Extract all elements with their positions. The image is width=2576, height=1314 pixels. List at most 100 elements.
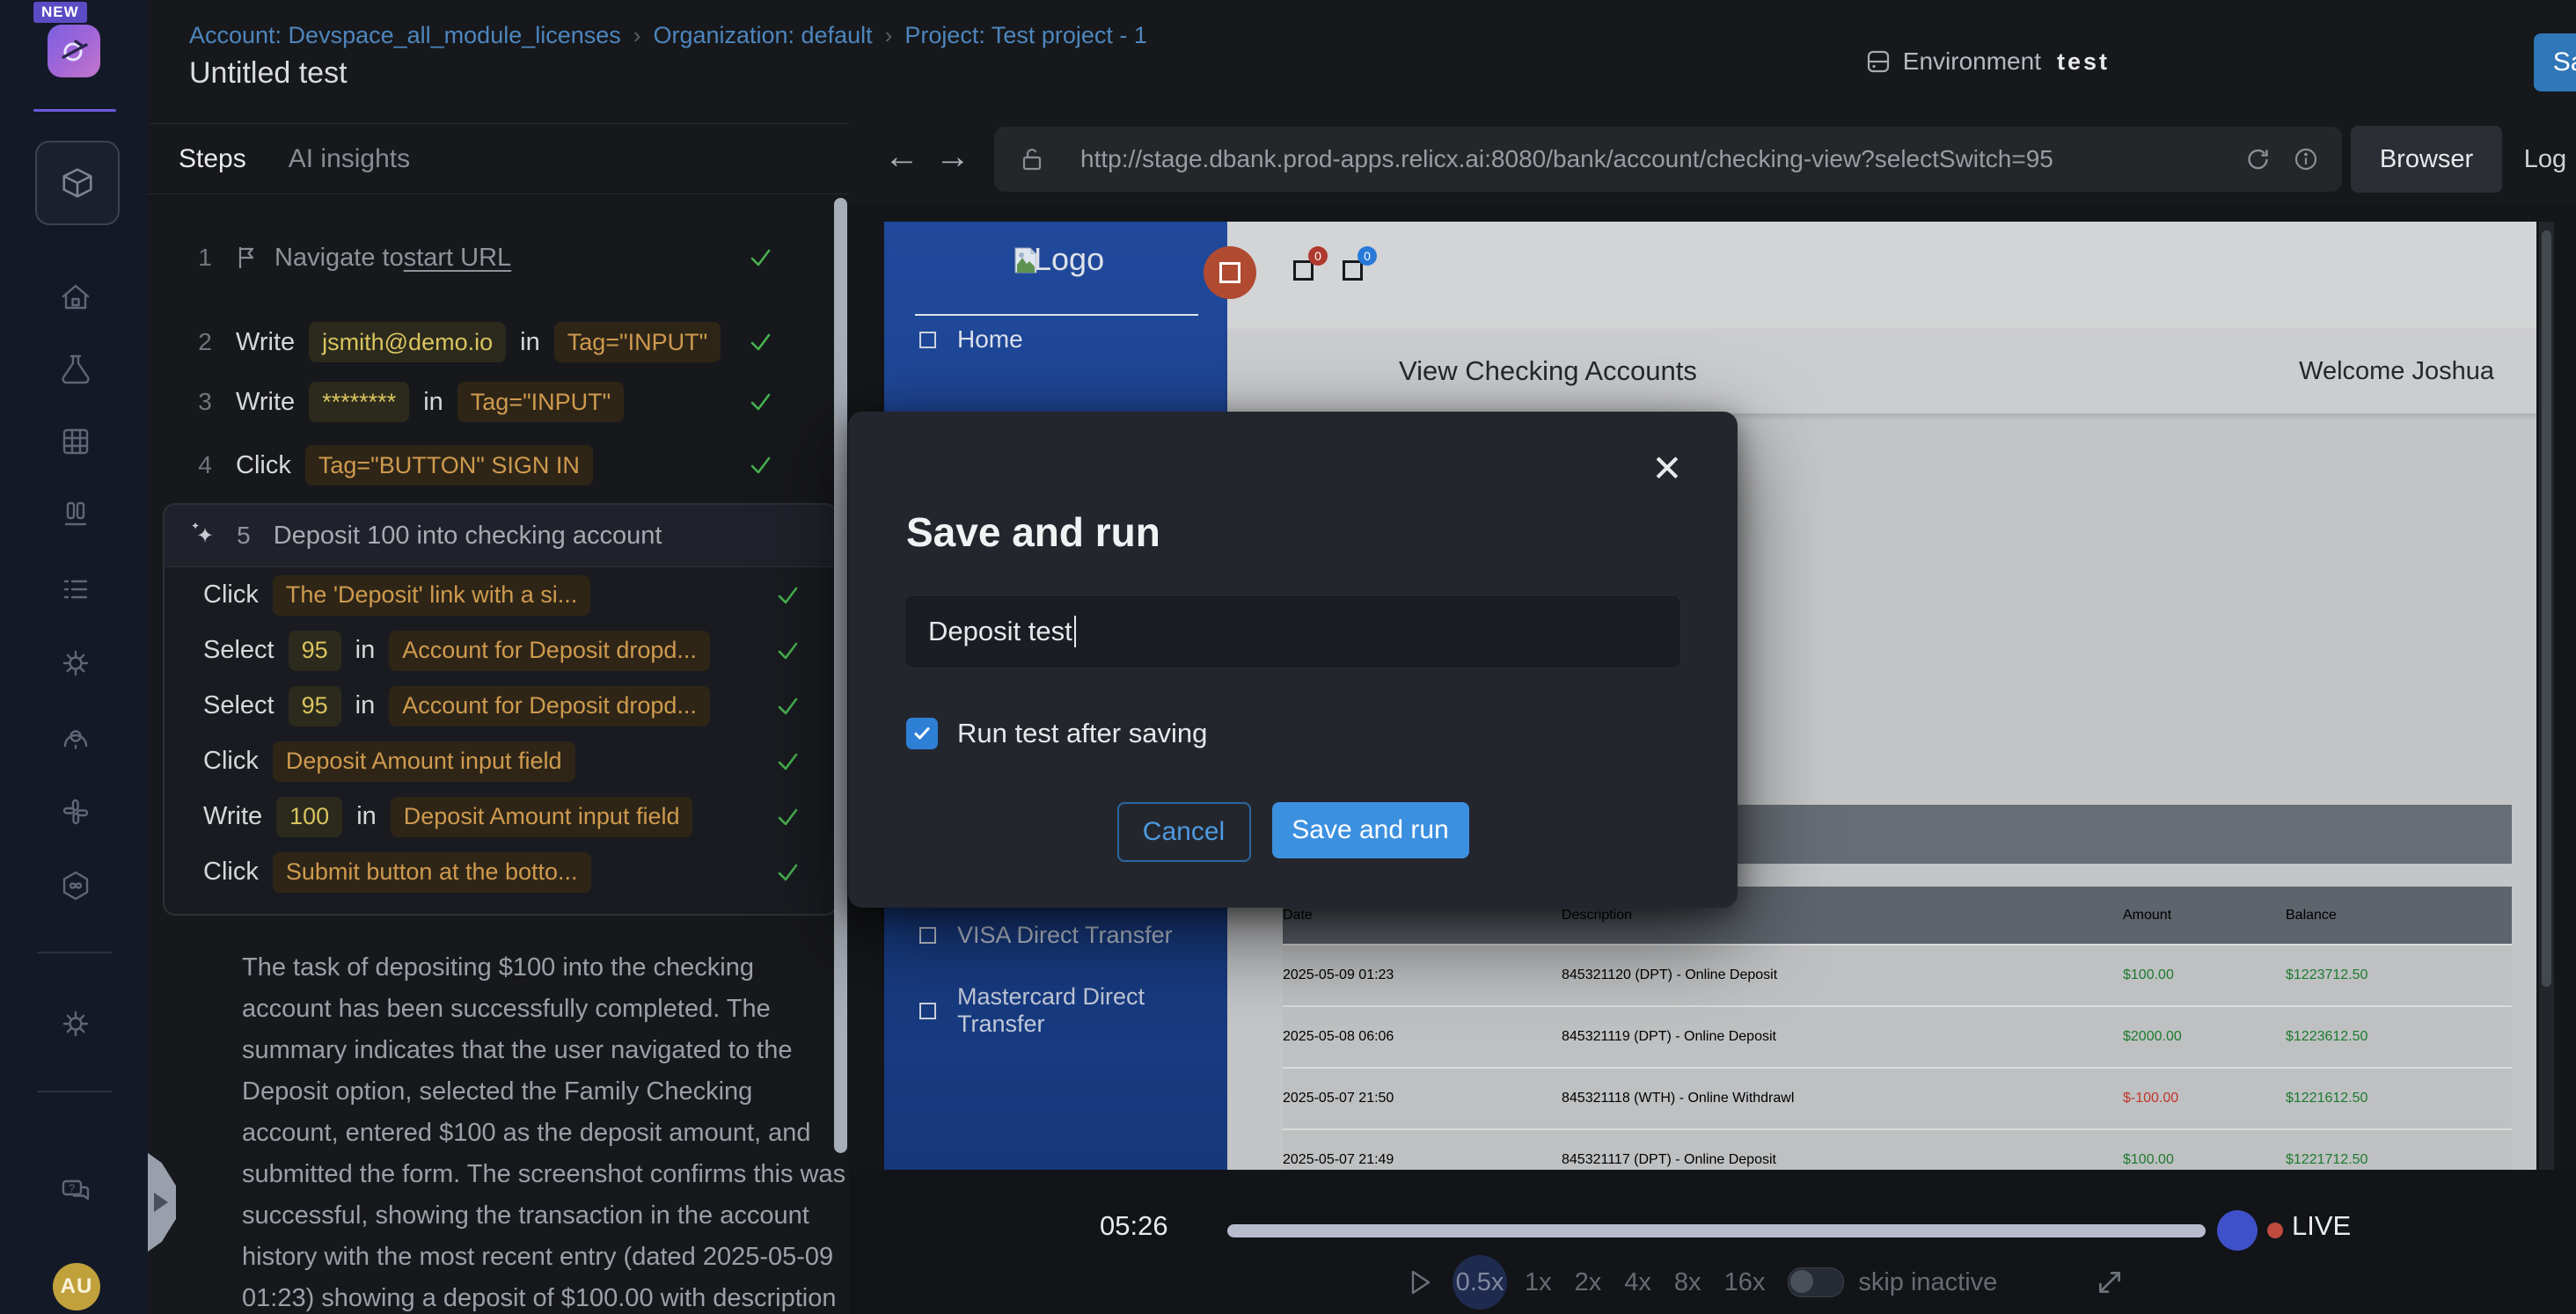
steps-scrollbar[interactable] <box>834 198 847 1153</box>
bank-nav-item[interactable]: VISA Direct Transfer <box>919 922 1173 949</box>
user-avatar[interactable]: AU <box>53 1263 100 1310</box>
step-target-badge[interactable]: Account for Deposit dropd... <box>389 631 710 671</box>
check-icon <box>774 804 801 830</box>
tab-ai-insights[interactable]: AI insights <box>289 144 410 174</box>
step-row[interactable]: ClickThe 'Deposit' link with a si... <box>203 567 836 623</box>
step-row[interactable]: 3Write********inTag="INPUT" <box>195 378 823 426</box>
table-row[interactable]: 2025-05-07 21:49845321117 (DPT) - Online… <box>1283 1128 2512 1170</box>
step-row[interactable]: 2Writejsmith@demo.ioinTag="INPUT" <box>195 318 823 366</box>
brand-logo-icon[interactable] <box>48 25 100 77</box>
help-chat-icon[interactable]: ? <box>35 1161 116 1223</box>
breadcrumb-item[interactable]: Project: Test project - 1 <box>904 22 1147 49</box>
close-icon[interactable]: ✕ <box>1646 447 1688 489</box>
step-row[interactable]: Select95inAccount for Deposit dropd... <box>203 623 836 678</box>
svg-text:?: ? <box>69 1182 75 1195</box>
step-group[interactable]: ✦✦ 5 Deposit 100 into checking account C… <box>163 503 838 916</box>
expand-icon[interactable] <box>2094 1267 2126 1298</box>
cell-date: 2025-05-07 21:49 <box>1283 1130 1562 1170</box>
step-target-badge[interactable]: Tag="INPUT" <box>554 322 721 362</box>
bank-nav-home[interactable]: Home <box>919 325 1023 354</box>
recording-indicator[interactable] <box>1204 246 1256 299</box>
test-name-input[interactable]: Deposit test <box>906 596 1680 667</box>
skip-inactive-toggle[interactable] <box>1788 1267 1844 1297</box>
support-agent-icon[interactable] <box>35 707 116 769</box>
table-row[interactable]: 2025-05-09 01:23845321120 (DPT) - Online… <box>1283 944 2512 1005</box>
bank-logo[interactable]: Logo <box>1014 241 1104 278</box>
badge-square-icon[interactable] <box>1343 260 1363 281</box>
badge-square-icon[interactable] <box>1293 260 1314 281</box>
live-dot-icon <box>2267 1223 2283 1238</box>
speed-option-4x[interactable]: 4x <box>1624 1268 1651 1297</box>
tab-browser[interactable]: Browser <box>2351 126 2502 193</box>
cell-balance: $1221612.50 <box>2286 1069 2512 1128</box>
back-arrow-icon[interactable]: ← <box>884 137 919 177</box>
save-and-run-button[interactable]: Save and run <box>1272 802 1469 858</box>
save-button[interactable]: Save <box>2534 33 2576 91</box>
step-row[interactable]: 1Navigate to start URL <box>195 234 823 281</box>
environment-selector[interactable]: Environment test <box>1864 35 2110 88</box>
timeline-track[interactable] <box>1227 1224 2206 1237</box>
cell-description: 845321120 (DPT) - Online Deposit <box>1562 945 2123 1005</box>
columns-icon[interactable] <box>35 485 116 546</box>
step-row[interactable]: Write100inDeposit Amount input field <box>203 789 836 844</box>
environment-value: test <box>2057 48 2110 76</box>
breadcrumb-item[interactable]: Organization: default <box>653 22 872 49</box>
speed-option-0.5x[interactable]: 0.5x <box>1453 1255 1507 1310</box>
step-target-badge[interactable]: Tag="INPUT" <box>457 382 624 422</box>
home-icon[interactable] <box>35 266 116 327</box>
step-value-badge[interactable]: 100 <box>276 797 342 837</box>
speed-option-16x[interactable]: 16x <box>1724 1268 1766 1297</box>
step-row[interactable]: ClickSubmit button at the botto... <box>203 844 836 900</box>
step-link[interactable]: start URL <box>404 244 511 273</box>
tab-log[interactable]: Log <box>2514 126 2576 193</box>
run-after-saving-row[interactable]: Run test after saving <box>906 718 1207 749</box>
step-connector: in <box>423 388 443 417</box>
table-row[interactable]: 2025-05-07 21:50845321118 (WTH) - Online… <box>1283 1067 2512 1128</box>
cancel-button[interactable]: Cancel <box>1117 802 1251 862</box>
cell-description: 845321117 (DPT) - Online Deposit <box>1562 1130 2123 1170</box>
step-target-badge[interactable]: Submit button at the botto... <box>273 852 591 893</box>
bank-nav-item[interactable]: Mastercard Direct Transfer <box>919 983 1227 1038</box>
checkbox-checked-icon[interactable] <box>906 718 938 749</box>
step-action: Write <box>236 388 295 417</box>
flask-icon[interactable] <box>35 338 116 399</box>
step-value-badge[interactable]: ******** <box>309 382 409 422</box>
breadcrumb-item[interactable]: Account: Devspace_all_module_licenses <box>189 22 621 49</box>
cicd-infinity-icon[interactable] <box>35 855 116 916</box>
play-icon[interactable] <box>1409 1268 1433 1296</box>
speed-option-2x[interactable]: 2x <box>1575 1268 1602 1297</box>
speed-option-8x[interactable]: 8x <box>1674 1268 1701 1297</box>
step-target-badge[interactable]: Tag="BUTTON" SIGN IN <box>305 445 593 485</box>
settings-gear-icon[interactable] <box>35 632 116 694</box>
step-target-badge[interactable]: Deposit Amount input field <box>273 741 575 782</box>
forward-arrow-icon[interactable]: → <box>935 137 970 177</box>
table-row[interactable]: 2025-05-08 06:06845321119 (DPT) - Online… <box>1283 1005 2512 1067</box>
skip-inactive-label: skip inactive <box>1858 1268 1997 1297</box>
workspace-gear-icon[interactable] <box>35 993 116 1055</box>
step-row[interactable]: ClickDeposit Amount input field <box>203 734 836 789</box>
breadcrumb: Account: Devspace_all_module_licenses›Or… <box>189 19 1147 51</box>
step-value-badge[interactable]: jsmith@demo.io <box>309 322 506 362</box>
info-icon[interactable] <box>2293 146 2319 172</box>
step-target-badge[interactable]: Account for Deposit dropd... <box>389 686 710 726</box>
sidebar-item-tests[interactable] <box>35 141 120 225</box>
step-row[interactable]: 4ClickTag="BUTTON" SIGN IN <box>195 442 823 489</box>
step-value-badge[interactable]: 95 <box>289 686 341 726</box>
grid-icon[interactable] <box>35 411 116 472</box>
step-group-header[interactable]: ✦✦ 5 Deposit 100 into checking account <box>165 505 836 567</box>
step-target-badge[interactable]: Deposit Amount input field <box>391 797 693 837</box>
step-value-badge[interactable]: 95 <box>289 631 341 671</box>
timeline-thumb[interactable] <box>2217 1210 2258 1251</box>
tab-steps[interactable]: Steps <box>179 144 246 174</box>
slack-icon[interactable] <box>35 781 116 843</box>
list-icon[interactable] <box>35 558 116 620</box>
speed-option-1x[interactable]: 1x <box>1525 1268 1552 1297</box>
step-connector: in <box>355 636 376 665</box>
refresh-icon[interactable] <box>2243 146 2270 172</box>
step-row[interactable]: Select95inAccount for Deposit dropd... <box>203 678 836 734</box>
url-bar[interactable]: http://stage.dbank.prod-apps.relicx.ai:8… <box>994 127 2342 192</box>
url-text[interactable]: http://stage.dbank.prod-apps.relicx.ai:8… <box>1080 145 2243 173</box>
cell-balance: $1221712.50 <box>2286 1130 2512 1170</box>
bank-scrollbar[interactable] <box>2539 222 2554 1170</box>
step-target-badge[interactable]: The 'Deposit' link with a si... <box>273 575 590 616</box>
